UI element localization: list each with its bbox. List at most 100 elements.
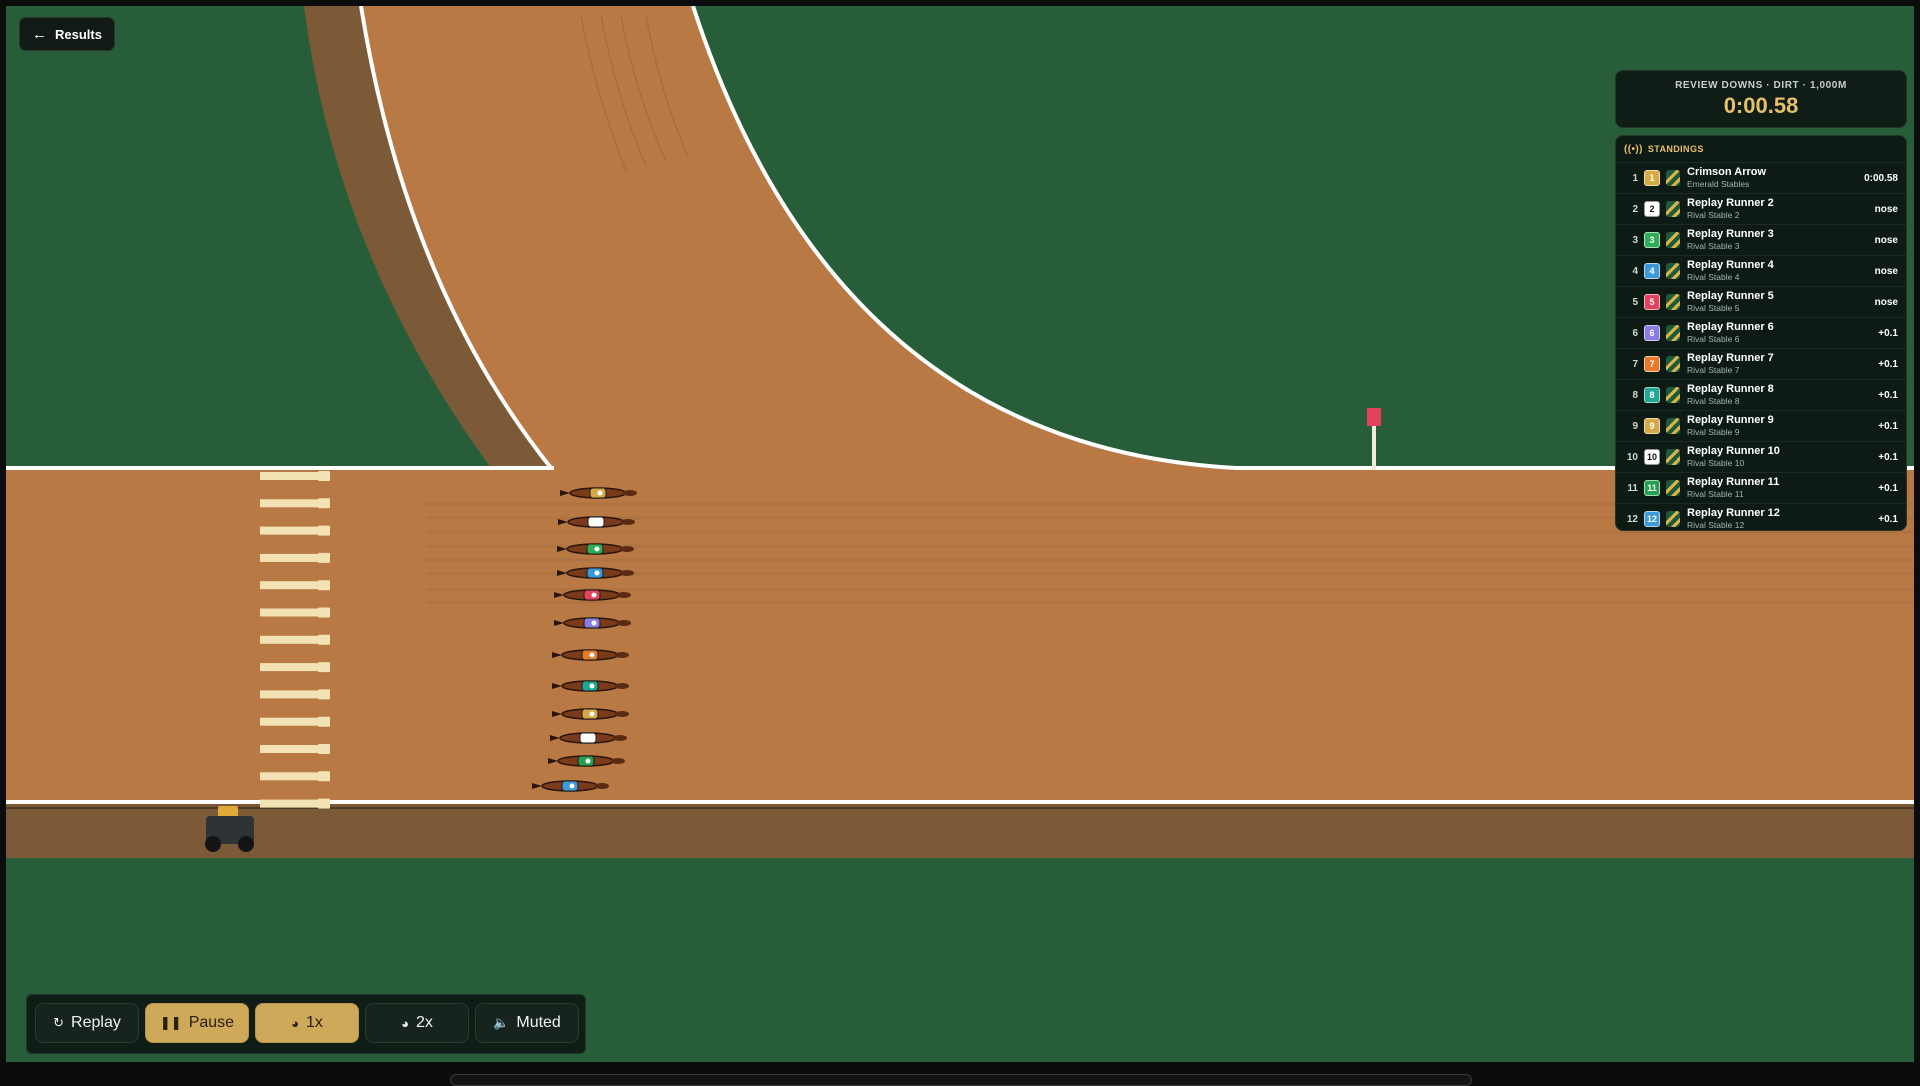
runner-names: Replay Runner 4 Rival Stable 4: [1687, 260, 1875, 282]
time-gap: +0.1: [1878, 327, 1898, 339]
jockey-silk-icon: [1666, 511, 1680, 527]
race-track-view: ← Results REVIEW DOWNS · DIRT · 1,000M 0…: [6, 6, 1914, 1062]
speed-2x-label: 2x: [415, 1014, 433, 1031]
saddle-number: 10: [1644, 449, 1660, 465]
jockey-silk-icon: [1666, 263, 1680, 279]
start-line-stripe: [260, 472, 328, 480]
time-gap: +0.1: [1878, 358, 1898, 370]
stable-name: Emerald Stables: [1687, 178, 1750, 189]
horse-name: Replay Runner 12: [1687, 507, 1780, 520]
back-to-results-button[interactable]: ← Results: [19, 17, 115, 51]
standings-row: 6 6 Replay Runner 6 Rival Stable 6 +0.1: [1616, 317, 1906, 348]
stable-name: Rival Stable 3: [1687, 240, 1740, 251]
horse-name: Replay Runner 6: [1687, 321, 1774, 334]
jockey-silk-icon: [1666, 418, 1680, 434]
speaker-muted-icon: 🔈: [493, 1015, 510, 1030]
horse-name: Replay Runner 3: [1687, 228, 1774, 241]
runner-names: Crimson Arrow Emerald Stables: [1687, 166, 1864, 189]
jockey-silk-icon: [1666, 449, 1680, 465]
time-gap: nose: [1874, 234, 1898, 246]
playback-controls: ↻ Replay ❚❚ Pause ◕ 1x ◕ 2x 🔈 Muted: [26, 994, 586, 1054]
replay-button[interactable]: ↻ Replay: [35, 1003, 139, 1043]
standings-row: 2 2 Replay Runner 2 Rival Stable 2 nose: [1616, 193, 1906, 224]
standings-row: 12 12 Replay Runner 12 Rival Stable 12 +0.1: [1616, 503, 1906, 530]
start-line-stripe-cap: [318, 634, 330, 645]
saddle-number: 9: [1644, 418, 1660, 434]
stable-name: Rival Stable 8: [1687, 395, 1740, 406]
stable-name: Rival Stable 2: [1687, 209, 1740, 220]
standing-position: 1: [1632, 172, 1638, 184]
standings-title: STANDINGS: [1647, 144, 1704, 154]
stable-name: Rival Stable 6: [1687, 333, 1740, 344]
start-line-stripe-cap: [318, 689, 330, 700]
pause-label: Pause: [188, 1014, 235, 1031]
time-gap: +0.1: [1878, 420, 1898, 432]
gauge-icon: ◕: [401, 1015, 409, 1031]
horse-name: Replay Runner 10: [1687, 445, 1780, 458]
stable-name: Rival Stable 11: [1687, 488, 1744, 499]
gauge-icon: ◕: [291, 1015, 299, 1031]
pause-icon: ❚❚: [159, 1015, 182, 1030]
start-line-stripe: [260, 717, 328, 726]
saddle-number: 5: [1644, 294, 1660, 310]
outer-rail-strip: [6, 802, 1914, 858]
start-line-stripe: [260, 499, 328, 508]
speed-1x-button[interactable]: ◕ 1x: [255, 1003, 359, 1043]
saddle-number: 1: [1644, 170, 1660, 186]
stable-name: Rival Stable 7: [1687, 364, 1740, 375]
standing-position: 11: [1627, 482, 1638, 494]
standings-row: 1 1 Crimson Arrow Emerald Stables 0:00.58: [1616, 162, 1906, 193]
start-line-stripe-cap: [318, 525, 330, 536]
standings-row: 8 8 Replay Runner 8 Rival Stable 8 +0.1: [1616, 379, 1906, 410]
time-gap: +0.1: [1878, 451, 1898, 463]
time-gap: +0.1: [1878, 513, 1898, 525]
jockey-silk-icon: [1666, 170, 1680, 186]
race-meta: REVIEW DOWNS · DIRT · 1,000M: [1675, 80, 1847, 91]
saddle-number: 12: [1644, 511, 1660, 527]
standings-row: 4 4 Replay Runner 4 Rival Stable 4 nose: [1616, 255, 1906, 286]
race-clock-card: REVIEW DOWNS · DIRT · 1,000M 0:00.58: [1615, 70, 1907, 128]
post-pole: [1372, 426, 1376, 470]
start-line-stripe: [260, 690, 328, 699]
runner-names: Replay Runner 3 Rival Stable 3: [1687, 228, 1875, 251]
runner-names: Replay Runner 5 Rival Stable 5: [1687, 291, 1875, 313]
stable-name: Rival Stable 10: [1687, 457, 1745, 468]
back-button-label: Results: [55, 26, 102, 42]
runner-names: Replay Runner 12 Rival Stable 12: [1687, 507, 1878, 530]
start-line-stripe-cap: [318, 798, 330, 809]
time-gap: +0.1: [1878, 389, 1898, 401]
arrow-left-icon: ←: [32, 25, 47, 43]
standing-position: 4: [1632, 265, 1638, 277]
jockey-silk-icon: [1666, 325, 1680, 341]
standing-position: 5: [1632, 296, 1638, 308]
start-line-stripe-cap: [318, 662, 330, 673]
start-line-stripe-cap: [318, 552, 330, 563]
post-flag: [1367, 408, 1381, 426]
pause-button[interactable]: ❚❚ Pause: [145, 1003, 249, 1043]
jockey-silk-icon: [1666, 356, 1680, 372]
mute-button[interactable]: 🔈 Muted: [475, 1003, 579, 1043]
standing-position: 12: [1626, 513, 1638, 525]
jockey-silk-icon: [1666, 201, 1680, 217]
start-line-stripe-cap: [318, 771, 330, 782]
speed-2x-button[interactable]: ◕ 2x: [365, 1003, 469, 1043]
standing-position: 8: [1632, 389, 1638, 401]
time-gap: +0.1: [1878, 482, 1898, 494]
standings-panel: ((•)) STANDINGS 1 1 Crimson Arrow Emerald S…: [1615, 135, 1907, 531]
runner-names: Replay Runner 10 Rival Stable 10: [1687, 445, 1878, 468]
standing-position: 9: [1632, 420, 1638, 432]
horse-name: Replay Runner 8: [1687, 383, 1774, 396]
bottom-scrollbar[interactable]: [450, 1074, 1472, 1086]
horse-name: Crimson Arrow: [1687, 166, 1767, 179]
start-line-stripe: [260, 772, 328, 781]
replay-icon: ↻: [53, 1015, 65, 1030]
mute-label: Muted: [516, 1014, 561, 1031]
saddle-number: 6: [1644, 325, 1660, 341]
start-line-stripe-cap: [318, 498, 330, 509]
start-line-stripe: [260, 745, 328, 753]
start-line-stripe-cap: [318, 580, 330, 591]
start-line-stripe: [260, 526, 328, 535]
start-line-stripe-cap: [318, 744, 330, 754]
replay-label: Replay: [71, 1014, 121, 1031]
standings-row: 9 9 Replay Runner 9 Rival Stable 9 +0.1: [1616, 410, 1906, 441]
